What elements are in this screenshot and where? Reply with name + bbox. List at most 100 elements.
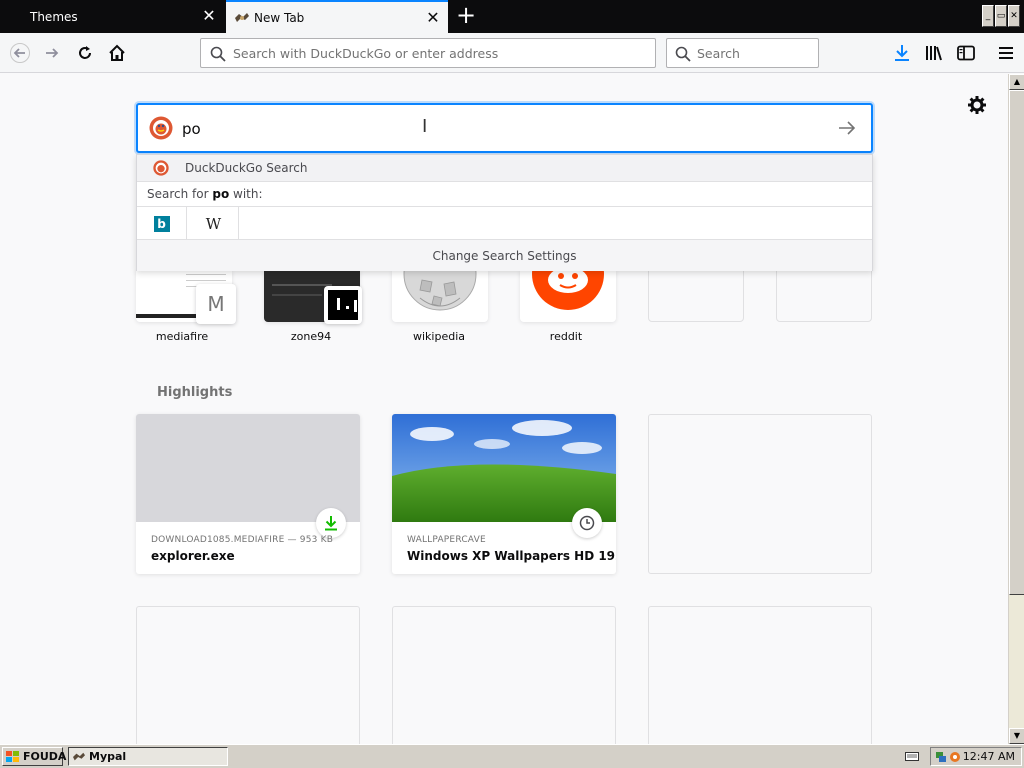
network-icon[interactable] — [935, 751, 947, 763]
duckduckgo-logo-icon — [153, 160, 169, 176]
search-suggestions-dropdown: DuckDuckGo Search Search for po with: b … — [136, 154, 873, 271]
topsite-label: wikipedia — [412, 330, 465, 343]
start-button[interactable]: FOUDA — [2, 747, 67, 766]
system-tray: 12:47 AM — [930, 747, 1022, 766]
search-bar[interactable]: Search — [666, 38, 819, 68]
tab-themes[interactable]: Themes ✕ — [0, 0, 224, 33]
sidebar-icon — [957, 45, 975, 61]
new-tab-page: po I DuckDuckGo Search Search for po wit… — [0, 74, 1008, 744]
search-icon — [675, 46, 691, 62]
topsite-label: reddit — [549, 330, 583, 343]
highlight-empty-slot — [648, 606, 872, 744]
scroll-down-arrow-icon[interactable]: ▼ — [1009, 728, 1024, 744]
text-cursor-icon: I — [422, 116, 428, 137]
reload-button[interactable] — [71, 39, 99, 67]
taskbar-item-mypal[interactable]: Mypal — [68, 747, 228, 766]
wikipedia-engine-button[interactable]: W — [189, 207, 239, 240]
search-for-with-label: Search for po with: — [137, 182, 872, 207]
close-icon[interactable]: ✕ — [426, 10, 440, 26]
highlight-empty-slot — [392, 606, 616, 744]
duckduckgo-search-row[interactable]: DuckDuckGo Search — [137, 155, 872, 182]
scrollbar-thumb[interactable] — [1009, 90, 1024, 595]
scroll-up-arrow-icon[interactable]: ▲ — [1009, 74, 1024, 90]
home-icon — [109, 44, 125, 61]
highlight-card[interactable]: DOWNLOAD1085.MEDIAFIRE — 953 KB explorer… — [136, 414, 360, 574]
topsite-empty — [648, 270, 744, 322]
highlight-empty-slot — [136, 606, 360, 744]
tab-label: Themes — [30, 9, 78, 24]
tab-strip: Themes ✕ New Tab ✕ + _ ▭ ✕ — [0, 0, 1024, 33]
forward-button[interactable] — [38, 39, 66, 67]
downloads-button[interactable] — [888, 39, 916, 67]
new-tab-button[interactable]: + — [454, 3, 478, 28]
highlight-title: Windows XP Wallpapers HD 192… — [407, 549, 616, 563]
bing-engine-button[interactable]: b — [137, 207, 187, 240]
go-arrow-icon[interactable] — [837, 119, 857, 137]
download-arrow-icon — [895, 45, 909, 61]
windows-xp-bliss-thumbnail — [392, 414, 616, 522]
back-arrow-icon — [10, 43, 30, 63]
reddit-icon — [532, 270, 604, 310]
search-query-text: po — [182, 120, 201, 138]
reload-icon — [79, 46, 91, 59]
gear-icon[interactable] — [966, 94, 988, 116]
close-window-button[interactable]: ✕ — [1008, 5, 1020, 27]
tab-new-tab[interactable]: New Tab ✕ — [226, 0, 448, 33]
taskbar-item-label: Mypal — [89, 750, 127, 763]
highlight-empty-slot — [648, 414, 872, 574]
highlight-title: explorer.exe — [151, 549, 235, 563]
highlight-thumbnail — [136, 414, 360, 522]
mypal-favicon-icon — [73, 752, 85, 761]
home-button[interactable] — [103, 39, 131, 67]
highlight-host: WALLPAPERCAVE — [407, 535, 486, 545]
duckduckgo-logo-icon — [149, 116, 173, 140]
clock-icon — [572, 508, 602, 538]
page-search-input[interactable]: po I — [136, 103, 873, 153]
browser-tray-icon[interactable] — [949, 751, 961, 763]
topsite-label: mediafire — [155, 330, 209, 343]
highlight-host: DOWNLOAD1085.MEDIAFIRE — 953 KB — [151, 535, 334, 545]
topsite-wikipedia[interactable] — [392, 270, 488, 322]
engine-label: DuckDuckGo Search — [185, 161, 308, 175]
address-bar[interactable]: Search with DuckDuckGo or enter address — [200, 38, 656, 68]
library-icon — [926, 46, 942, 61]
keyboard-icon[interactable] — [905, 750, 919, 762]
change-search-settings-button[interactable]: Change Search Settings — [137, 240, 872, 271]
tab-label: New Tab — [254, 10, 305, 25]
change-search-settings-label: Change Search Settings — [432, 248, 577, 263]
mypal-favicon-icon — [235, 13, 249, 22]
forward-arrow-icon — [46, 48, 59, 58]
bing-icon: b — [153, 215, 170, 232]
sidebar-toggle-button[interactable] — [952, 39, 980, 67]
menu-button[interactable] — [992, 39, 1020, 67]
mediafire-icon: M — [196, 284, 236, 324]
one-off-engines: b W — [137, 207, 872, 240]
library-button[interactable] — [920, 39, 948, 67]
search-for-term: po — [212, 187, 230, 201]
taskbar: FOUDA Mypal 12:47 AM — [0, 744, 1024, 768]
clock: 12:47 AM — [962, 750, 1015, 763]
navigation-toolbar: Search with DuckDuckGo or enter address … — [0, 33, 1024, 73]
topsite-empty — [776, 270, 872, 322]
vertical-scrollbar[interactable]: ▲ ▼ — [1008, 74, 1024, 744]
zone94-pong-icon — [324, 286, 362, 324]
search-for-suffix: with: — [229, 187, 263, 201]
start-label: FOUDA — [23, 750, 67, 763]
back-button[interactable] — [6, 39, 34, 67]
wikipedia-globe-icon — [403, 270, 477, 311]
highlight-card[interactable]: WALLPAPERCAVE Windows XP Wallpapers HD 1… — [392, 414, 616, 574]
address-bar-placeholder: Search with DuckDuckGo or enter address — [233, 45, 499, 61]
topsite-label: zone94 — [290, 330, 332, 343]
hamburger-menu-icon — [999, 47, 1013, 59]
wikipedia-icon: W — [205, 214, 222, 233]
minimize-button[interactable]: _ — [982, 5, 994, 27]
search-bar-placeholder: Search — [697, 45, 740, 61]
search-for-prefix: Search for — [147, 187, 213, 201]
restore-button[interactable]: ▭ — [995, 5, 1007, 27]
close-icon[interactable]: ✕ — [202, 8, 216, 24]
download-icon — [316, 508, 346, 538]
search-icon — [210, 46, 226, 62]
highlights-heading: Highlights — [157, 385, 233, 400]
topsite-reddit[interactable] — [520, 270, 616, 322]
windows-logo-icon — [6, 751, 19, 762]
